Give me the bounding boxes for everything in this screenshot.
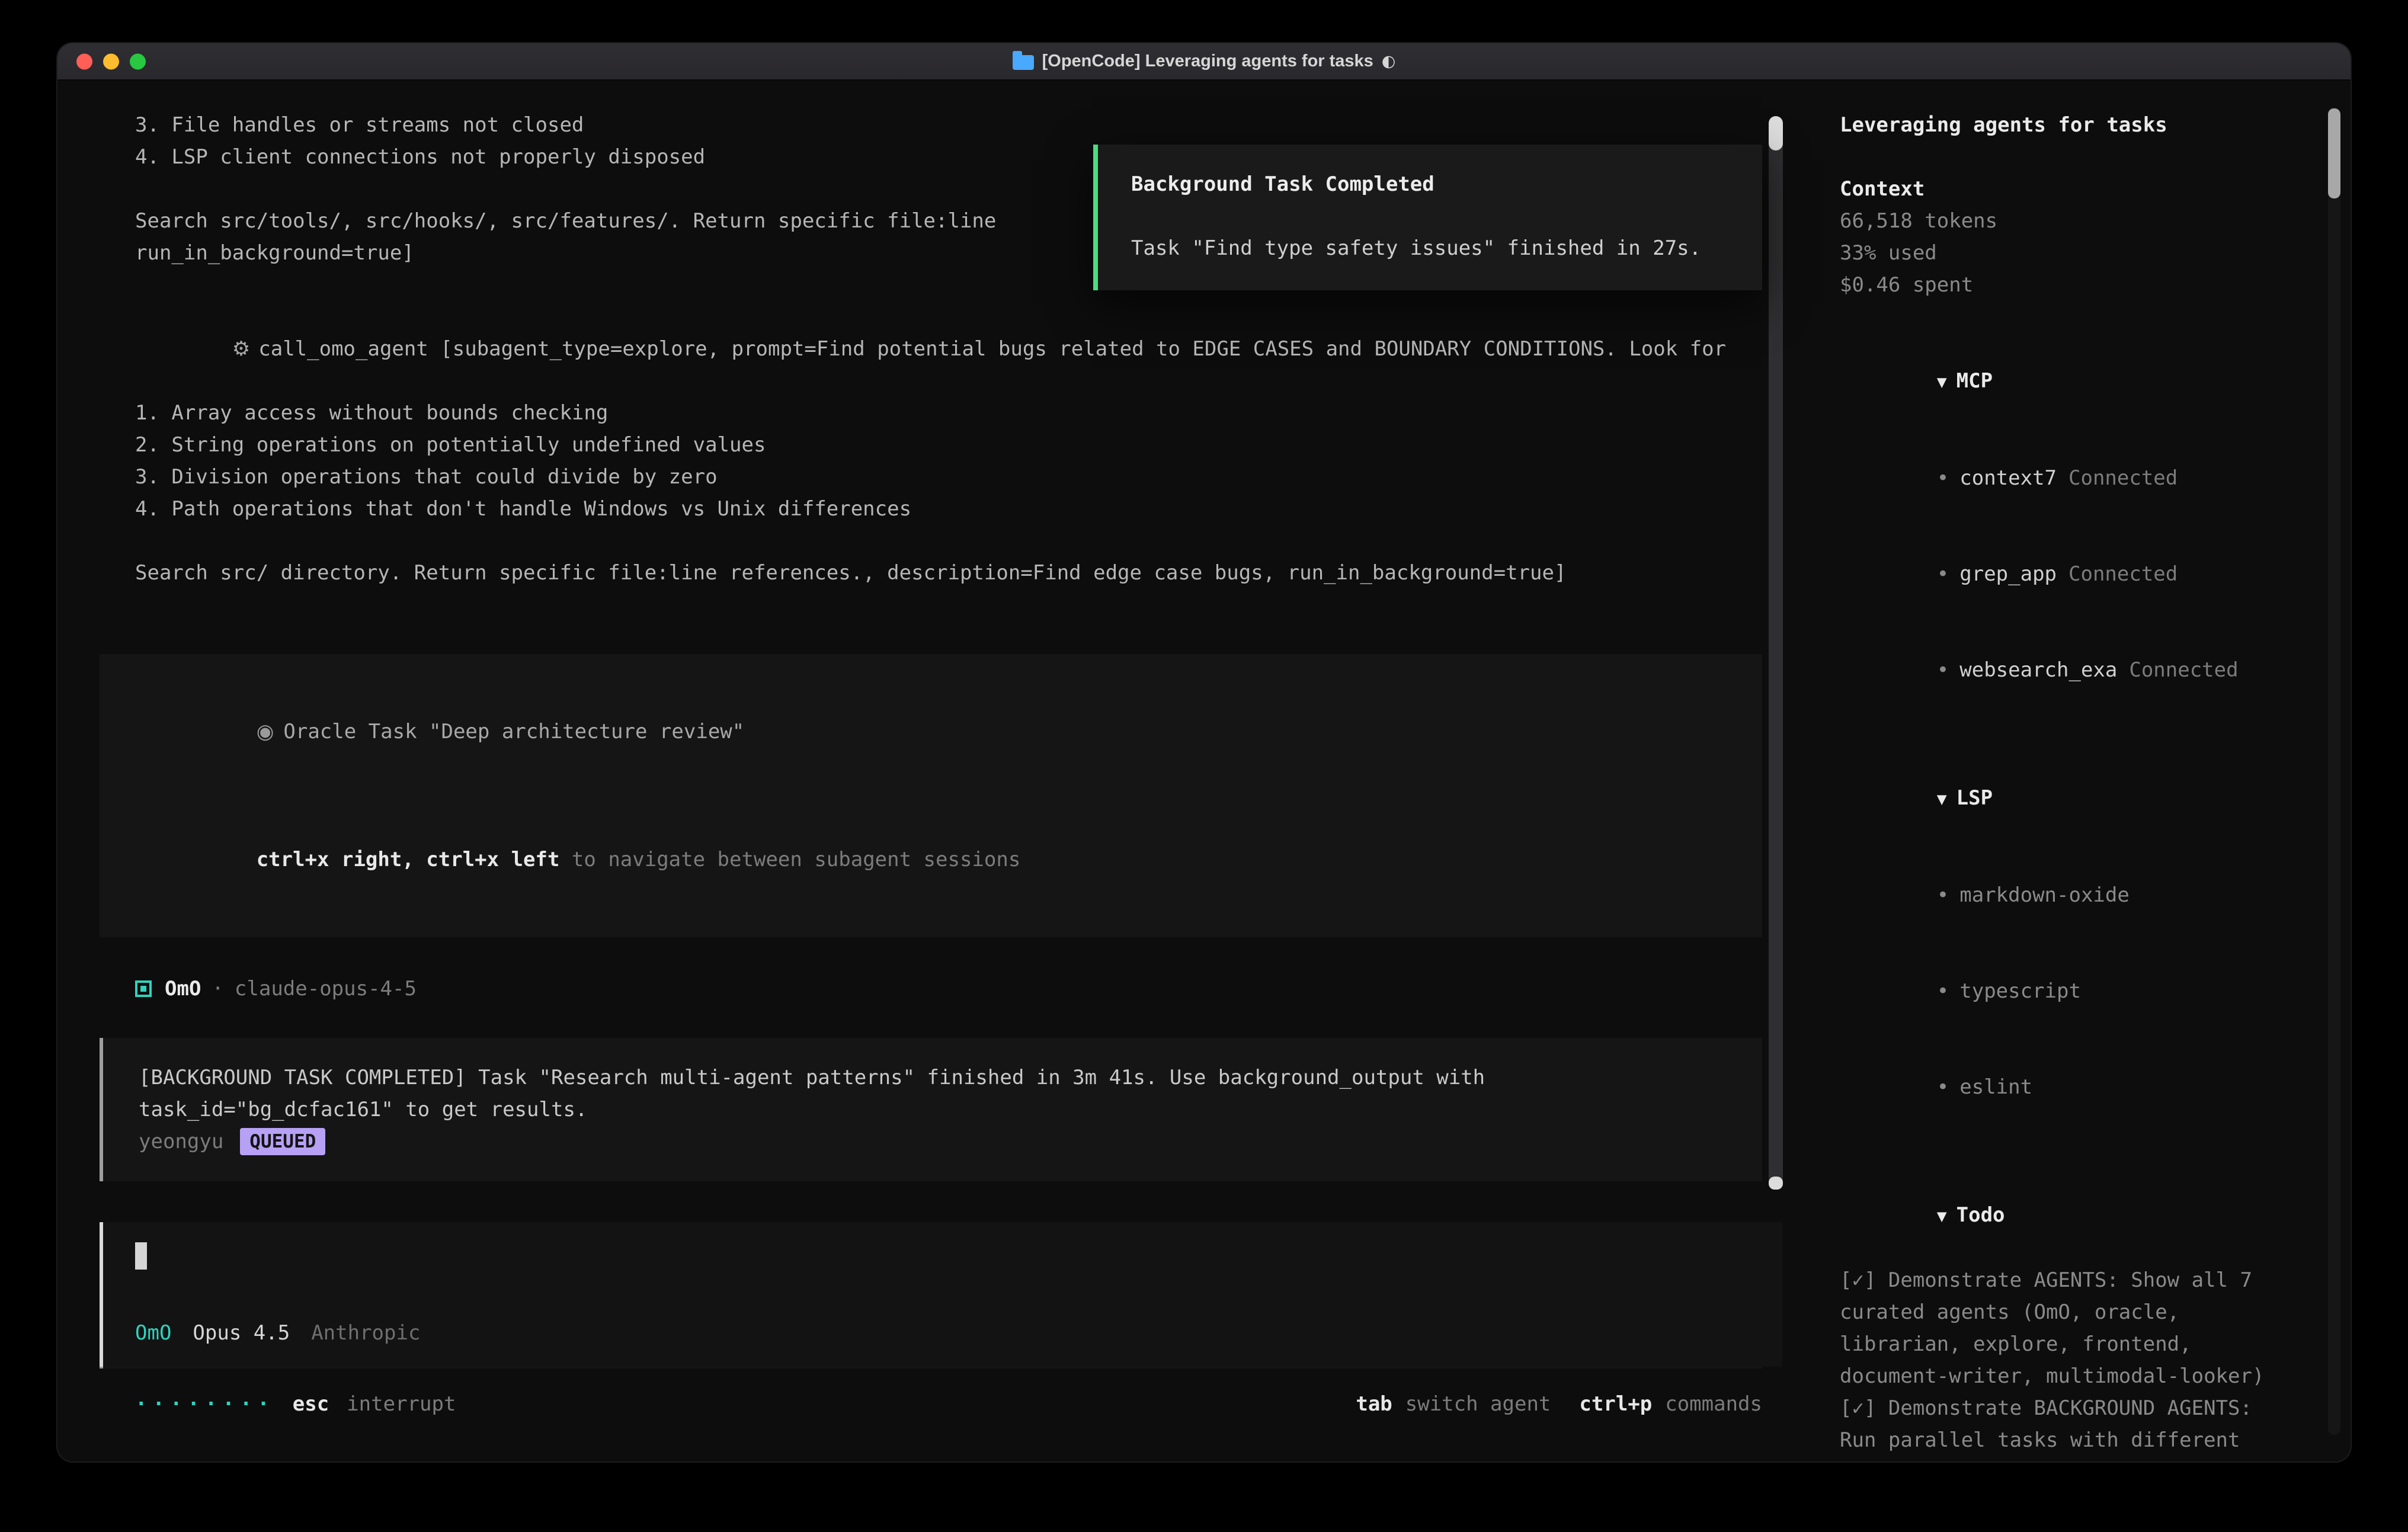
- commands-key-label: commands: [1665, 1388, 1762, 1420]
- agent-model: claude-opus-4-5: [235, 973, 417, 1005]
- commands-key-hint: ctrl+p: [1579, 1388, 1652, 1420]
- main-scrollbar-track[interactable]: [1769, 116, 1783, 1190]
- close-button[interactable]: [76, 53, 92, 69]
- context-spent: $0.46 spent: [1840, 269, 2290, 301]
- titlebar[interactable]: [OpenCode] Leveraging agents for tasks ◐: [57, 43, 2351, 81]
- terminal-window: [OpenCode] Leveraging agents for tasks ◐…: [57, 43, 2351, 1462]
- subagent-nav-hint: ctrl+x right, ctrl+x left to navigate be…: [135, 812, 1727, 908]
- keyboard-shortcut: ctrl+x right, ctrl+x left: [257, 848, 560, 871]
- window-title-text: [OpenCode] Leveraging agents for tasks: [1042, 52, 1373, 71]
- sidebar-scrollbar-track[interactable]: [2328, 107, 2340, 1435]
- terminal-line: 2. String operations on potentially unde…: [135, 429, 1762, 461]
- mcp-item: •context7Connected: [1840, 430, 2290, 526]
- background-task-toast[interactable]: Background Task Completed Task "Find typ…: [1093, 145, 1762, 290]
- model-label: Opus 4.5: [193, 1317, 290, 1349]
- context-used: 33% used: [1840, 237, 2290, 269]
- tab-key-hint: tab: [1356, 1388, 1392, 1420]
- todo-item: [✓] Demonstrate BACKGROUND AGENTS: Run p…: [1840, 1392, 2290, 1462]
- terminal-line: 1. Array access without bounds checking: [135, 397, 1762, 429]
- mcp-item: •grep_appConnected: [1840, 526, 2290, 622]
- terminal-main-pane[interactable]: 3. File handles or streams not closed 4.…: [57, 81, 1817, 1462]
- spinner-dots-icon: ········: [135, 1388, 275, 1420]
- collapse-triangle-icon: ▼: [1937, 789, 1947, 809]
- agent-square-icon: [135, 980, 152, 997]
- terminal-line: Search src/ directory. Return specific f…: [135, 557, 1762, 589]
- bullet-icon: •: [1937, 658, 1949, 682]
- toast-body: Task "Find type safety issues" finished …: [1131, 232, 1729, 264]
- message-block: [BACKGROUND TASK COMPLETED] Task "Resear…: [100, 1038, 1762, 1181]
- bullet-icon: •: [1937, 883, 1949, 907]
- text-cursor-icon: [135, 1242, 147, 1270]
- bullet-icon: •: [1937, 1075, 1949, 1099]
- oracle-icon: ◉: [257, 720, 274, 743]
- zoom-button[interactable]: [130, 53, 146, 69]
- message-author: yeongyu: [139, 1126, 223, 1158]
- active-agent-label: OmO: [135, 1317, 171, 1349]
- collapse-triangle-icon: ▼: [1937, 1206, 1947, 1226]
- collapse-triangle-icon: ▼: [1937, 372, 1947, 392]
- separator-dot: ·: [212, 973, 223, 1005]
- message-text: task_id="bg_dcfac161" to get results.: [139, 1094, 1727, 1126]
- bullet-icon: •: [1937, 562, 1949, 586]
- section-header-todo[interactable]: ▼Todo: [1840, 1167, 2290, 1264]
- lsp-item: •markdown-oxide: [1840, 847, 2290, 943]
- lsp-item: •typescript: [1840, 943, 2290, 1039]
- esc-key-label: interrupt: [347, 1388, 456, 1420]
- message-text: [BACKGROUND TASK COMPLETED] Task "Resear…: [139, 1062, 1727, 1094]
- context-header: Context: [1840, 173, 2290, 205]
- window-title: [OpenCode] Leveraging agents for tasks ◐: [1013, 52, 1396, 71]
- section-header-lsp[interactable]: ▼LSP: [1840, 750, 2290, 847]
- terminal-line: 4. Path operations that don't handle Win…: [135, 493, 1762, 525]
- mcp-item: •websearch_exaConnected: [1840, 622, 2290, 718]
- traffic-lights: [76, 53, 146, 69]
- oracle-task-panel: ◉Oracle Task "Deep architecture review" …: [100, 654, 1762, 937]
- tab-key-label: switch agent: [1405, 1388, 1551, 1420]
- model-info-row: OmO Opus 4.5 Anthropic: [135, 1317, 1747, 1349]
- progress-circle-icon: ◐: [1382, 52, 1396, 70]
- provider-label: Anthropic: [311, 1317, 420, 1349]
- bullet-icon: •: [1937, 466, 1949, 490]
- minimize-button[interactable]: [103, 53, 119, 69]
- status-badge: QUEUED: [240, 1128, 325, 1155]
- section-header-mcp[interactable]: ▼MCP: [1840, 333, 2290, 430]
- session-title: Leveraging agents for tasks: [1840, 109, 2290, 141]
- terminal-line: 3. File handles or streams not closed: [135, 109, 1762, 141]
- prompt-input[interactable]: OmO Opus 4.5 Anthropic: [100, 1222, 1782, 1367]
- status-bar: ········ esc interrupt tab switch agent …: [135, 1388, 1762, 1420]
- tool-call-text: call_omo_agent [subagent_type=explore, p…: [258, 337, 1726, 361]
- sidebar-scrollbar-thumb[interactable]: [2328, 108, 2340, 198]
- main-scrollbar-end: [1769, 1177, 1783, 1190]
- folder-icon: [1013, 55, 1034, 70]
- tool-call-line: ⚙ call_omo_agent [subagent_type=explore, …: [135, 301, 1762, 397]
- agent-session-header: OmO · claude-opus-4-5: [135, 973, 1762, 1005]
- agent-name: OmO: [165, 973, 201, 1005]
- toast-title: Background Task Completed: [1131, 168, 1729, 200]
- todo-item: [✓] Demonstrate AGENTS: Show all 7 curat…: [1840, 1264, 2290, 1392]
- main-scrollbar-thumb[interactable]: [1769, 116, 1783, 150]
- bullet-icon: •: [1937, 979, 1949, 1003]
- context-tokens: 66,518 tokens: [1840, 205, 2290, 237]
- esc-key-hint: esc: [293, 1388, 329, 1420]
- gear-icon: ⚙: [232, 337, 250, 361]
- sidebar: Leveraging agents for tasks Context 66,5…: [1817, 81, 2351, 1462]
- lsp-item: •eslint: [1840, 1039, 2290, 1135]
- oracle-task-title: ◉Oracle Task "Deep architecture review": [135, 684, 1727, 780]
- terminal-line: 3. Division operations that could divide…: [135, 461, 1762, 493]
